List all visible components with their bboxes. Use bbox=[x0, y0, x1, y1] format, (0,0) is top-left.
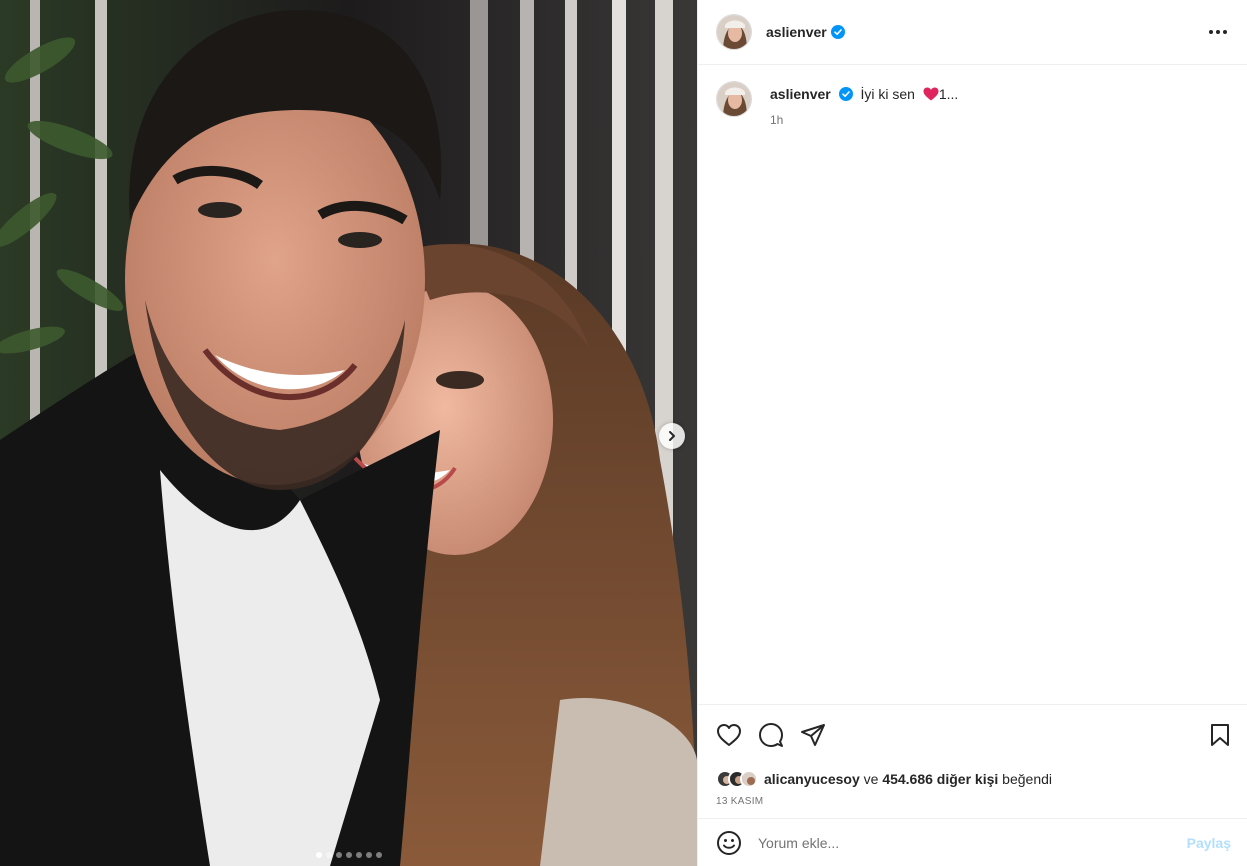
bookmark-icon bbox=[1211, 723, 1229, 746]
comment-button[interactable] bbox=[758, 722, 784, 748]
post-media[interactable] bbox=[0, 0, 697, 866]
more-dot-icon bbox=[1209, 30, 1213, 34]
emoji-button[interactable] bbox=[716, 830, 742, 856]
carousel-dot bbox=[315, 852, 322, 858]
carousel-dot bbox=[325, 852, 332, 858]
verified-badge-icon bbox=[830, 25, 845, 39]
likes-suffix: beğendi bbox=[1002, 771, 1052, 787]
likes-others-count[interactable]: 454.686 diğer kişi bbox=[882, 771, 998, 787]
verified-badge-icon bbox=[838, 87, 853, 101]
more-options-button[interactable] bbox=[1205, 24, 1231, 40]
action-bar bbox=[698, 704, 1247, 764]
chevron-right-icon bbox=[669, 431, 675, 441]
caption-suffix: 1... bbox=[938, 86, 959, 102]
comment-input[interactable] bbox=[758, 834, 1187, 851]
avatar-image bbox=[717, 82, 751, 116]
send-icon bbox=[801, 723, 825, 746]
like-button[interactable] bbox=[716, 723, 742, 747]
carousel-dots bbox=[0, 852, 697, 858]
liker-avatar bbox=[740, 770, 758, 788]
post-comment-button[interactable]: Paylaş bbox=[1187, 835, 1231, 851]
comment-icon bbox=[759, 722, 783, 747]
caption-username[interactable]: aslienver bbox=[770, 86, 831, 102]
caption-body: aslienver İyi ki sen 1... 1h bbox=[770, 85, 958, 129]
carousel-dot bbox=[345, 852, 352, 858]
add-comment-bar: Paylaş bbox=[698, 818, 1247, 866]
liked-by-username[interactable]: alicanyucesoy bbox=[764, 771, 860, 787]
more-dot-icon bbox=[1216, 30, 1220, 34]
post-photo bbox=[0, 0, 697, 866]
carousel-dot bbox=[335, 852, 342, 858]
post-date[interactable]: 13 KASIM bbox=[698, 794, 1247, 818]
avatar-image bbox=[717, 15, 751, 49]
post-side-panel: aslienver aslienver İyi ki sen 1... 1h a… bbox=[697, 0, 1247, 866]
avatar[interactable] bbox=[716, 14, 752, 50]
heart-icon bbox=[717, 723, 741, 746]
carousel-dot bbox=[375, 852, 382, 858]
caption-avatar[interactable] bbox=[716, 81, 752, 117]
more-dot-icon bbox=[1223, 30, 1227, 34]
comments-section: aslienver İyi ki sen 1... 1h bbox=[698, 65, 1247, 704]
carousel-dot bbox=[355, 852, 362, 858]
likes-summary: alicanyucesoy ve 454.686 diğer kişi beğe… bbox=[698, 764, 1247, 794]
liker-avatars[interactable] bbox=[716, 770, 758, 788]
red-heart-icon bbox=[923, 87, 939, 101]
carousel-dot bbox=[365, 852, 372, 858]
share-button[interactable] bbox=[800, 723, 826, 747]
post-header: aslienver bbox=[698, 0, 1247, 65]
emoji-icon bbox=[717, 830, 741, 855]
save-button[interactable] bbox=[1209, 723, 1231, 747]
caption: aslienver İyi ki sen 1... 1h bbox=[716, 81, 1231, 129]
likes-connector: ve bbox=[863, 771, 879, 787]
post-author-username[interactable]: aslienver bbox=[766, 24, 827, 40]
post-time: 1h bbox=[770, 113, 784, 127]
caption-text: İyi ki sen bbox=[860, 86, 915, 102]
post-modal: aslienver aslienver İyi ki sen 1... 1h a… bbox=[0, 0, 1247, 866]
next-slide-button[interactable] bbox=[659, 423, 685, 449]
